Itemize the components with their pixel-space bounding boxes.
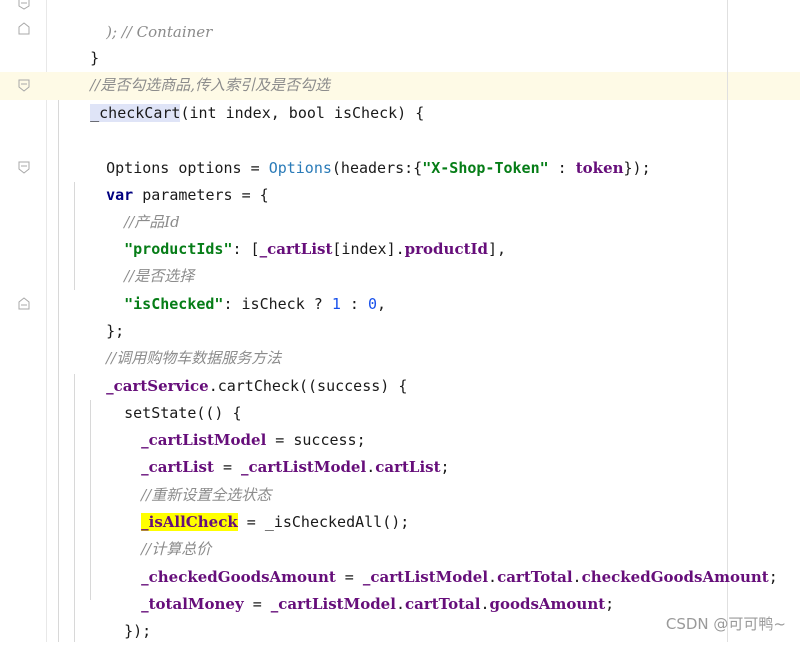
code-field: cartList [375,458,441,476]
code-string: "isChecked" [124,295,224,313]
code-line: }; [70,291,124,340]
code-line: _cartService.cartCheck((success) { [70,346,407,395]
code-field: productId [404,240,489,258]
code-text: ; [768,568,778,586]
code-text: [index]. [332,240,405,258]
code-line: _checkCart(int index, bool isCheck) { [54,73,424,122]
code-line: _isAllCheck = _isCheckedAll(); [105,482,409,531]
code-line: }); [88,591,151,640]
code-line: _cartListModel = success; [105,400,366,449]
code-line: //是否勾选商品,传入索引及是否勾选 [54,45,330,94]
code-string: "X-Shop-Token" [422,159,549,177]
code-number: 1 [331,295,341,313]
code-line: } [54,18,99,67]
code-field: _totalMoney [141,595,244,613]
code-line: var parameters = { [70,155,269,204]
fold-end-icon[interactable] [17,0,31,14]
code-line: "productIds": [_cartList[index].productI… [88,209,506,258]
fold-start-icon[interactable] [17,161,31,175]
method-params: (int index, bool isCheck) { [180,104,425,122]
code-text: : [ [232,240,260,258]
code-brace: }); [124,622,152,640]
code-text: ; [605,595,615,613]
fold-start-icon[interactable] [17,79,31,93]
code-text: : [340,295,368,313]
code-line: Options options = Options(headers:{"X-Sh… [70,128,651,177]
code-line: _totalMoney = _cartListModel.cartTotal.g… [105,564,614,613]
code-text: : isCheck ? [223,295,332,313]
code-text: ], [488,240,507,258]
code-field: cartTotal [404,595,481,613]
code-text: . [366,458,376,476]
code-line: //重新设置全选状态 [105,455,271,504]
code-line: //是否选择 [88,236,194,285]
code-line: "isChecked": isCheck ? 1 : 0, [88,264,386,313]
fold-end-icon[interactable] [17,21,31,35]
code-text: (headers:{ [331,159,423,177]
indent-guide [58,100,59,642]
code-text: . [395,595,405,613]
code-line: _cartList = _cartListModel.cartList; [105,427,449,476]
code-field: _cartListModel [270,595,396,613]
code-field: _cartList [259,240,333,258]
code-text: }); [623,159,651,177]
code-text: (); [382,513,410,531]
code-field: goodsAmount [489,595,606,613]
code-constructor: Options [268,159,332,177]
code-line: setState(() { [88,373,241,422]
code-field: token [575,159,624,177]
code-text: ; [440,458,450,476]
code-text: : [548,159,576,177]
code-text: , [377,295,387,313]
fold-end-icon[interactable] [17,296,31,310]
code-line: _checkedGoodsAmount = _cartListModel.car… [105,537,778,586]
code-text: = [237,513,265,531]
watermark: CSDN @可可鸭~ [665,615,786,633]
code-text: ((success) { [299,377,408,395]
code-comment: ); // Container [106,23,213,41]
method-name: _checkCart [90,104,181,122]
code-line: //产品Id [88,182,180,231]
code-method: _isCheckedAll [264,513,383,531]
code-line: ); // Container [70,0,212,41]
code-text: = [243,595,271,613]
code-number: 0 [367,295,377,313]
code-line: //调用购物车数据服务方法 [70,318,281,367]
code-line: //计算总价 [105,509,211,558]
